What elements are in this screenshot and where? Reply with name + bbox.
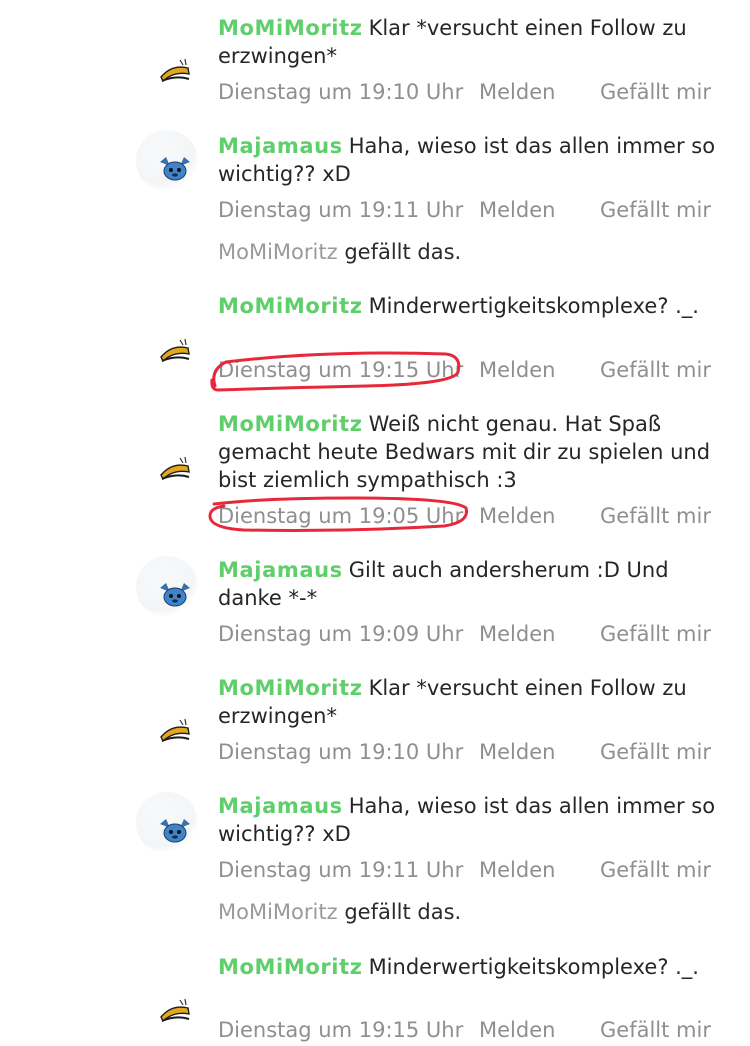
comment-author[interactable]: Majamaus (218, 134, 343, 158)
stitch-avatar-icon[interactable] (136, 130, 198, 192)
comment-text: MoMiMoritz Minderwertigkeitskomplexe? ._. (218, 292, 718, 320)
like-link[interactable]: Gefällt mir (600, 80, 711, 104)
comment-text: Majamaus Gilt auch andersherum :D Und dan… (218, 556, 718, 612)
liker-name[interactable]: MoMiMoritz (218, 240, 338, 264)
like-link[interactable]: Gefällt mir (600, 740, 711, 764)
report-link[interactable]: Melden (479, 622, 555, 646)
likes-summary: MoMiMoritz gefällt das. (218, 900, 461, 924)
banana-avatar-icon[interactable] (136, 694, 198, 756)
stitch-avatar-icon[interactable] (136, 792, 198, 854)
likes-suffix: gefällt das. (344, 240, 462, 264)
likes-summary: MoMiMoritz gefällt das. (218, 240, 461, 264)
report-link[interactable]: Melden (479, 740, 555, 764)
like-link[interactable]: Gefällt mir (600, 858, 711, 882)
like-link[interactable]: Gefällt mir (600, 622, 711, 646)
report-link[interactable]: Melden (479, 358, 555, 382)
comment-timestamp[interactable]: Dienstag um 19:15 Uhr (218, 1018, 463, 1042)
comment-text: MoMiMoritz Klar *versucht einen Follow zu… (218, 14, 718, 70)
comment-timestamp[interactable]: Dienstag um 19:09 Uhr (218, 622, 463, 646)
comment-text: Majamaus Haha, wieso ist das allen immer … (218, 792, 718, 848)
likes-suffix: gefällt das. (344, 900, 462, 924)
banana-avatar-icon[interactable] (136, 34, 198, 96)
comment-timestamp[interactable]: Dienstag um 19:11 Uhr (218, 858, 463, 882)
comment-body: Minderwertigkeitskomplexe? ._. (368, 294, 699, 318)
comment-timestamp[interactable]: Dienstag um 19:15 Uhr (218, 358, 463, 382)
comment-author[interactable]: Majamaus (218, 558, 343, 582)
banana-avatar-icon[interactable] (136, 314, 198, 376)
report-link[interactable]: Melden (479, 80, 555, 104)
stitch-avatar-icon[interactable] (136, 556, 198, 618)
comment-author[interactable]: MoMiMoritz (218, 955, 363, 979)
like-link[interactable]: Gefällt mir (600, 1018, 711, 1042)
comment-text: Majamaus Haha, wieso ist das allen immer … (218, 132, 718, 188)
comment-timestamp[interactable]: Dienstag um 19:11 Uhr (218, 198, 463, 222)
comment-text: MoMiMoritz Klar *versucht einen Follow zu… (218, 674, 718, 730)
liker-name[interactable]: MoMiMoritz (218, 900, 338, 924)
comment-timestamp[interactable]: Dienstag um 19:10 Uhr (218, 740, 463, 764)
comment-timestamp[interactable]: Dienstag um 19:05 Uhr (218, 504, 463, 528)
comment-author[interactable]: MoMiMoritz (218, 676, 363, 700)
comment-author[interactable]: MoMiMoritz (218, 412, 363, 436)
comment-text: MoMiMoritz Minderwertigkeitskomplexe? ._. (218, 953, 718, 981)
like-link[interactable]: Gefällt mir (600, 358, 711, 382)
comment-author[interactable]: MoMiMoritz (218, 294, 363, 318)
like-link[interactable]: Gefällt mir (600, 504, 711, 528)
comment-author[interactable]: MoMiMoritz (218, 16, 363, 40)
banana-avatar-icon[interactable] (136, 432, 198, 494)
comment-text: MoMiMoritz Weiß nicht genau. Hat Spaß gem… (218, 410, 718, 494)
report-link[interactable]: Melden (479, 198, 555, 222)
comment-author[interactable]: Majamaus (218, 794, 343, 818)
like-link[interactable]: Gefällt mir (600, 198, 711, 222)
report-link[interactable]: Melden (479, 858, 555, 882)
comment-timestamp[interactable]: Dienstag um 19:10 Uhr (218, 80, 463, 104)
comment-body: Minderwertigkeitskomplexe? ._. (368, 955, 699, 979)
report-link[interactable]: Melden (479, 504, 555, 528)
report-link[interactable]: Melden (479, 1018, 555, 1042)
